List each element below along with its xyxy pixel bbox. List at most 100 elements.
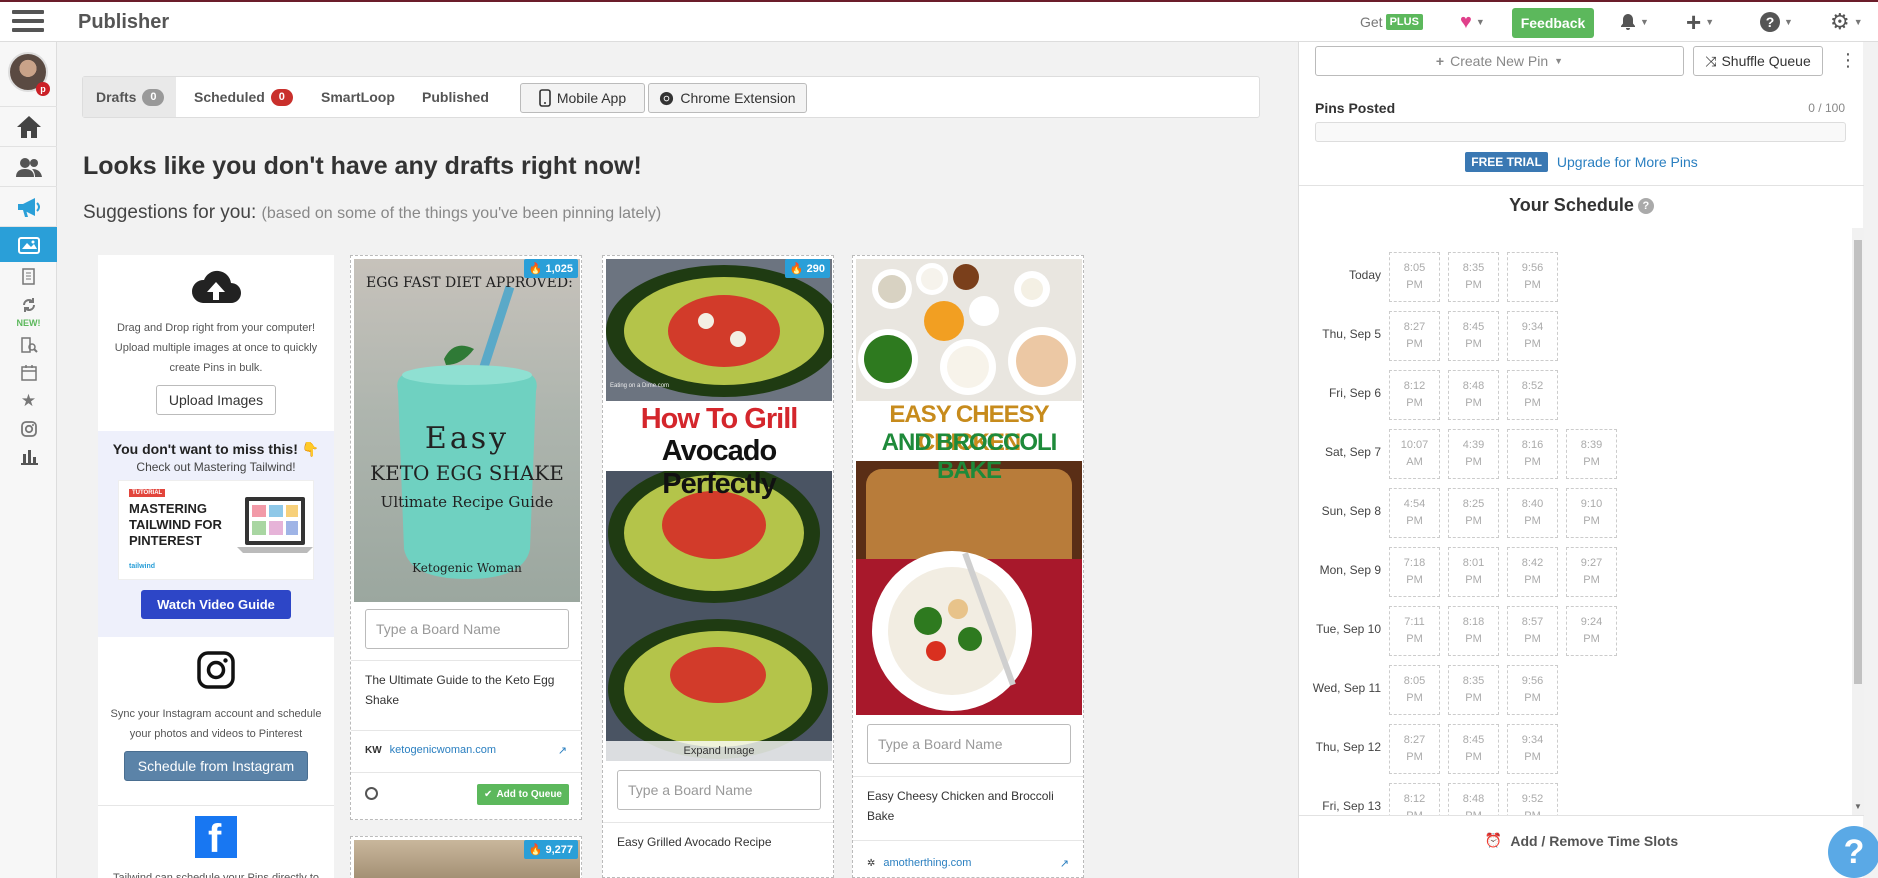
time-slot[interactable]: 9:52 PM [1507, 783, 1558, 816]
time-slot[interactable]: 8:25 PM [1448, 488, 1499, 538]
time-slot[interactable]: 8:45 PM [1448, 311, 1499, 361]
add-remove-time-slots-button[interactable]: ⏰ Add / Remove Time Slots [1299, 832, 1864, 849]
time-slot[interactable]: 10:07 AM [1389, 429, 1440, 479]
publisher-tabs: Drafts 0 Scheduled 0 SmartLoop Published… [82, 76, 1260, 118]
more-options-icon[interactable]: ⋮ [1839, 50, 1857, 71]
time-slot[interactable]: 8:01 PM [1448, 547, 1499, 597]
time-slot-ampm: PM [1465, 633, 1482, 645]
drafts-count-badge: 0 [142, 88, 165, 106]
shuffle-icon: ⤨ [1705, 52, 1717, 69]
tab-scheduled[interactable]: Scheduled 0 [194, 77, 293, 117]
expand-image-link[interactable]: Expand Image [606, 745, 832, 757]
time-slot[interactable]: 8:52 PM [1507, 370, 1558, 420]
time-slot[interactable]: 4:54 PM [1389, 488, 1440, 538]
time-slot[interactable]: 8:05 PM [1389, 665, 1440, 715]
tab-published[interactable]: Published [422, 77, 489, 117]
time-slot[interactable]: 9:10 PM [1566, 488, 1617, 538]
external-link-icon[interactable]: ↗ [1060, 857, 1069, 870]
help-icon[interactable]: ? [1637, 198, 1654, 214]
board-name-input[interactable]: Type a Board Name [867, 724, 1071, 764]
notifications-menu[interactable]: ▼ [1620, 2, 1649, 42]
insights-icon[interactable] [0, 332, 57, 358]
external-link-icon[interactable]: ↗ [558, 744, 567, 757]
time-slot[interactable]: 7:18 PM [1389, 547, 1440, 597]
analytics-icon[interactable] [0, 444, 57, 470]
schedule-from-instagram-button[interactable]: Schedule from Instagram [123, 751, 309, 781]
time-slot[interactable]: 8:27 PM [1389, 724, 1440, 774]
time-slot[interactable]: 9:24 PM [1566, 606, 1617, 656]
tab-smartloop[interactable]: SmartLoop [321, 77, 395, 117]
get-plus-link[interactable]: Get PLUS [1360, 2, 1423, 42]
clock-icon[interactable] [365, 787, 378, 800]
settings-menu[interactable]: ⚙ ▼ [1830, 2, 1863, 42]
pin-image[interactable]: EASY CHEESY CHICKEN AND BROCCOLI BAKE [856, 259, 1082, 715]
pin-image[interactable]: Eating on a Dime.com How To Grill Avocad… [606, 259, 832, 761]
shuffle-queue-button[interactable]: ⤨ Shuffle Queue [1693, 46, 1823, 76]
time-slot[interactable]: 8:48 PM [1448, 370, 1499, 420]
time-slot-ampm: PM [1524, 456, 1541, 468]
add-to-queue-button[interactable]: ✔ Add to Queue [477, 784, 569, 805]
schedule-scrollbar[interactable]: ▼ [1852, 228, 1864, 816]
time-slot[interactable]: 8:18 PM [1448, 606, 1499, 656]
pin-source[interactable]: ✲ amotherthing.com [867, 857, 971, 869]
board-name-input[interactable]: Type a Board Name [365, 609, 569, 649]
create-menu[interactable]: + ▼ [1686, 2, 1714, 42]
upload-images-button[interactable]: Upload Images [155, 385, 277, 415]
time-slot-time: 7:18 [1403, 557, 1426, 569]
watch-video-guide-button[interactable]: Watch Video Guide [141, 590, 291, 619]
upgrade-link[interactable]: Upgrade for More Pins [1557, 154, 1698, 170]
mobile-app-button[interactable]: Mobile App [520, 83, 645, 113]
scroll-down-arrow-icon[interactable]: ▼ [1854, 802, 1862, 811]
time-slot[interactable]: 8:35 PM [1448, 665, 1499, 715]
time-slot[interactable]: 8:40 PM [1507, 488, 1558, 538]
time-slot-ampm: PM [1406, 692, 1423, 704]
drafts-icon[interactable] [0, 264, 57, 290]
hamburger-menu-icon[interactable] [12, 10, 44, 36]
new-badge: NEW! [16, 318, 41, 328]
favorites-menu[interactable]: ♥ ▼ [1460, 2, 1485, 42]
pin-image[interactable]: EGG FAST DIET APPROVED: Easy KETO EGG SH… [354, 259, 580, 602]
instagram-icon[interactable] [0, 416, 57, 442]
time-slot[interactable]: 4:39 PM [1448, 429, 1499, 479]
time-slot[interactable]: 8:12 PM [1389, 370, 1440, 420]
feedback-button[interactable]: Feedback [1512, 8, 1594, 38]
time-slot[interactable]: 8:39 PM [1566, 429, 1617, 479]
scrollbar-thumb[interactable] [1854, 240, 1862, 684]
time-slot[interactable]: 8:45 PM [1448, 724, 1499, 774]
time-slot[interactable]: 9:27 PM [1566, 547, 1617, 597]
schedule-day-label: Thu, Sep 5 [1322, 327, 1381, 341]
time-slot[interactable]: 9:56 PM [1507, 665, 1558, 715]
image-text-3: Ultimate Recipe Guide [380, 493, 554, 511]
time-slot[interactable]: 8:12 PM [1389, 783, 1440, 816]
time-slot[interactable]: 8:05 PM [1389, 252, 1440, 302]
publisher-icon[interactable] [0, 226, 57, 262]
tab-drafts[interactable]: Drafts 0 [83, 77, 176, 117]
time-slot[interactable]: 8:48 PM [1448, 783, 1499, 816]
board-name-input[interactable]: Type a Board Name [617, 770, 821, 810]
caret-down-icon: ▼ [1784, 17, 1793, 27]
time-slot[interactable]: 9:56 PM [1507, 252, 1558, 302]
time-slot[interactable]: 8:16 PM [1507, 429, 1558, 479]
time-slot-ampm: PM [1465, 692, 1482, 704]
time-slot[interactable]: 8:35 PM [1448, 252, 1499, 302]
star-icon[interactable]: ★ [0, 388, 57, 414]
help-menu[interactable]: ? ▼ [1760, 2, 1793, 42]
time-slot[interactable]: 7:11 PM [1389, 606, 1440, 656]
smartloop-icon[interactable] [0, 292, 57, 318]
time-slot[interactable]: 9:34 PM [1507, 724, 1558, 774]
help-chat-button[interactable]: ? [1828, 826, 1878, 878]
home-icon[interactable] [0, 106, 57, 146]
time-slot[interactable]: 9:34 PM [1507, 311, 1558, 361]
users-icon[interactable] [0, 146, 57, 186]
time-slot[interactable]: 8:42 PM [1507, 547, 1558, 597]
create-new-pin-button[interactable]: + Create New Pin ▼ [1315, 46, 1684, 76]
chrome-extension-button[interactable]: Chrome Extension [648, 83, 807, 113]
tutorial-thumbnail[interactable]: TUTORIAL MASTERING TAILWIND FOR PINTERES… [118, 480, 314, 580]
pin-source[interactable]: KW ketogenicwoman.com [365, 744, 496, 756]
time-slot-ampm: PM [1524, 397, 1541, 409]
time-slot[interactable]: 8:57 PM [1507, 606, 1558, 656]
facebook-section: f Tailwind can schedule your Pins direct… [98, 805, 334, 878]
calendar-icon[interactable] [0, 360, 57, 386]
megaphone-icon[interactable] [0, 186, 57, 226]
time-slot[interactable]: 8:27 PM [1389, 311, 1440, 361]
